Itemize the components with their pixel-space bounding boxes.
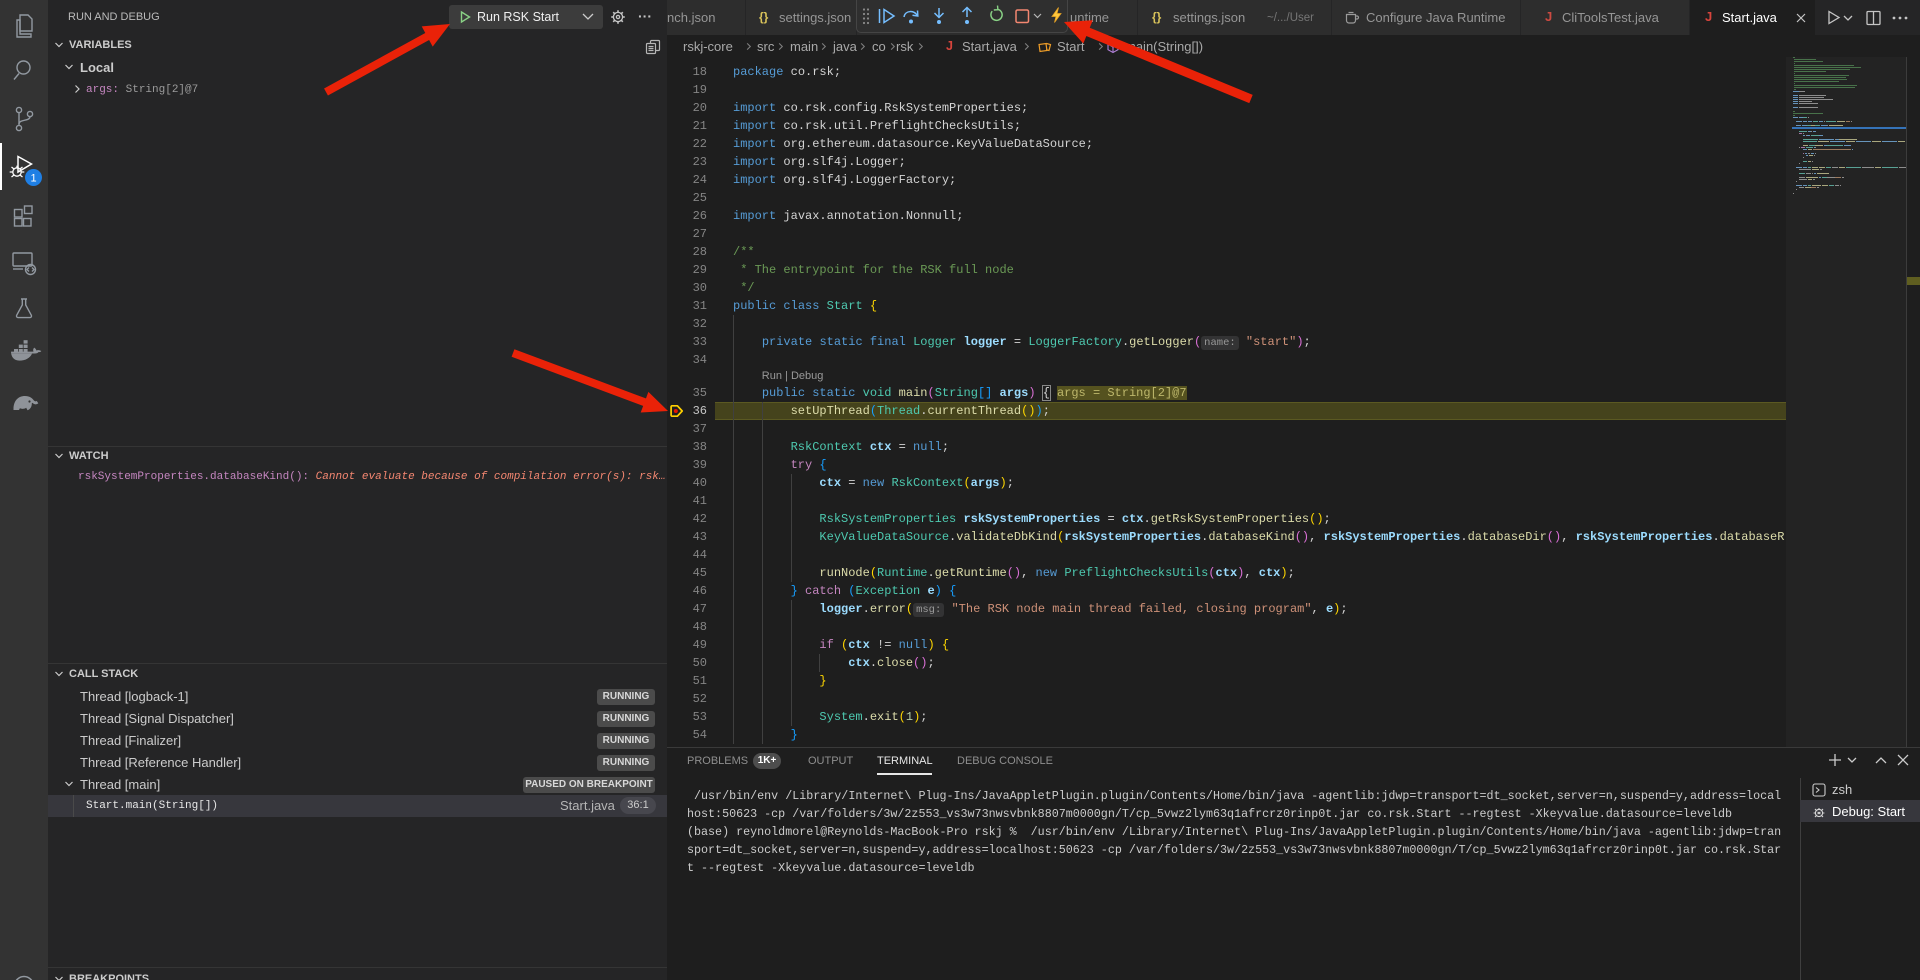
svg-text:1: 1 — [30, 173, 36, 185]
